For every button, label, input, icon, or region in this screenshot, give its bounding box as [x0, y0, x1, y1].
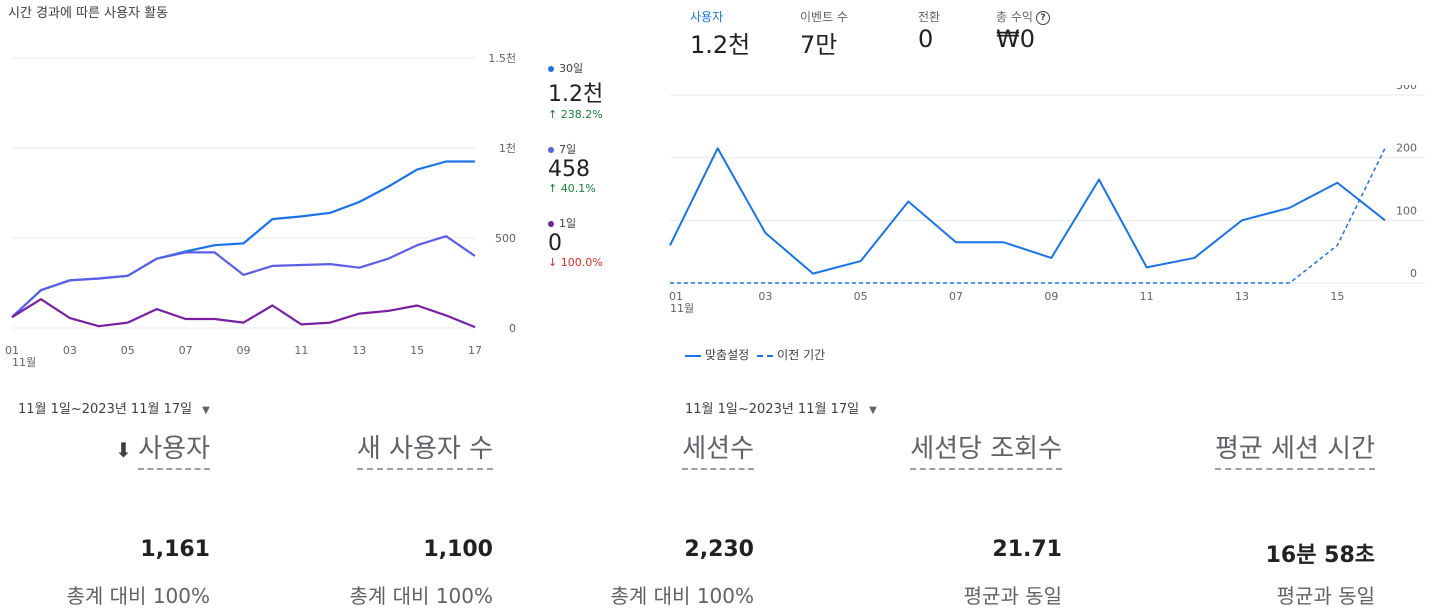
x-tick-label: 09 [237, 344, 251, 357]
legend-dot-icon [548, 66, 554, 72]
metric-label: 총 수익? [996, 8, 1050, 25]
column-header-label: 세션수 [682, 434, 754, 470]
x-tick-label: 15 [410, 344, 424, 357]
legend-dot-icon [548, 221, 554, 227]
metric-tab[interactable]: 사용자 1.2천 [690, 8, 750, 60]
chart-legend: 30일 1.2천 ↑ 238.2% 7일 458 ↑ 40.1% 1일 0 ↓ 100.0% [548, 60, 658, 289]
column-header[interactable]: 세션당 조회수 [910, 428, 1062, 470]
column-header[interactable]: ⬇ 사용자 [115, 428, 210, 470]
x-month-label: 11월 [12, 356, 36, 369]
column-header[interactable]: 세션수 [682, 428, 754, 470]
metric-tab[interactable]: 총 수익? ₩0 [996, 8, 1050, 53]
dropdown-arrow-icon: ▼ [869, 405, 877, 416]
metric-tab[interactable]: 전환 0 [918, 8, 940, 53]
series-line [11, 298, 476, 329]
column-subtext: 총계 대비 100% [66, 584, 211, 608]
solid-line-swatch [685, 354, 701, 357]
column-header-label: 세션당 조회수 [910, 434, 1062, 470]
metric-tab[interactable]: 이벤트 수 7만 [800, 8, 848, 60]
date-range-text: 11월 1일~2023년 11월 17일 [685, 402, 860, 417]
legend-name: 30일 [548, 60, 658, 76]
legend-current-label: 맞춤설정 [705, 348, 750, 362]
x-tick-label: 05 [854, 290, 868, 303]
metric-value: 7만 [800, 31, 838, 59]
column-total: 21.71 [992, 537, 1062, 562]
legend-value: 458 [548, 157, 590, 182]
x-month-label: 11월 [670, 302, 694, 315]
date-range-selector-2[interactable]: 11월 1일~2023년 11월 17일 ▼ [685, 398, 877, 417]
date-range-text: 11월 1일~2023년 11월 17일 [18, 402, 193, 417]
legend-item: 30일 1.2천 ↑ 238.2% [548, 60, 658, 121]
metric-value: 0 [918, 25, 934, 53]
y-tick-label: 300 [1396, 85, 1417, 92]
x-tick-label: 11 [1140, 290, 1154, 303]
x-tick-label: 15 [1330, 290, 1344, 303]
dropdown-arrow-icon: ▼ [202, 405, 210, 416]
x-tick-label: 07 [949, 290, 963, 303]
column-header-label: 새 사용자 수 [356, 434, 493, 470]
metric-value: ₩0 [996, 25, 1035, 53]
legend-previous-label: 이전 기간 [777, 348, 826, 362]
y-tick-label: 100 [1396, 204, 1417, 217]
y-tick-label: 500 [495, 232, 516, 245]
x-tick-label: 11 [294, 344, 308, 357]
y-tick-label: 0 [509, 322, 516, 335]
legend-delta: ↑ 40.1% [548, 182, 596, 195]
series-line [670, 147, 1386, 284]
x-tick-label: 09 [1044, 290, 1058, 303]
card-title: 시간 경과에 따른 사용자 활동 [8, 6, 169, 21]
x-tick-label: 05 [121, 344, 135, 357]
y-tick-label: 0 [1410, 267, 1417, 280]
metric-label: 이벤트 수 [800, 10, 848, 24]
metric-label: 전환 [918, 10, 941, 24]
column-total: 16분 58초 [1265, 543, 1375, 568]
column-total: 1,161 [140, 537, 210, 562]
column-subtext: 총계 대비 100% [610, 584, 755, 608]
legend-delta: ↓ 100.0% [548, 256, 603, 269]
date-range-selector[interactable]: 11월 1일~2023년 11월 17일 ▼ [18, 398, 210, 417]
column-subtext: 평균과 동일 [963, 584, 1062, 608]
arrow-down-icon[interactable]: ⬇ [115, 438, 138, 462]
metric-chart: 3002001000 01 03 05 07 09 11 13 1511월 [669, 85, 1425, 315]
legend-name: 7일 [548, 141, 658, 157]
x-tick-label: 07 [179, 344, 193, 357]
column-header-label: 평균 세션 시간 [1214, 434, 1375, 470]
metric-value: 1.2천 [690, 31, 751, 59]
column-subtext: 총계 대비 100% [349, 584, 494, 608]
legend-dot-icon [548, 147, 554, 153]
x-tick-label: 13 [352, 344, 366, 357]
y-tick-label: 1.5천 [488, 51, 516, 65]
legend-value: 0 [548, 231, 562, 256]
x-tick-label: 13 [1235, 290, 1249, 303]
dashed-line-swatch [757, 354, 774, 357]
help-icon[interactable]: ? [1035, 10, 1050, 25]
x-tick-label: 17 [468, 344, 482, 357]
y-tick-label: 1천 [499, 141, 516, 155]
series-line [11, 160, 475, 319]
column-header-label: 사용자 [138, 434, 210, 470]
user-activity-chart: 1.5천1천5000 01 03 05 07 09 11 13 15 1711월 [5, 51, 516, 369]
legend-name: 1일 [548, 215, 658, 231]
column-total: 2,230 [684, 537, 754, 562]
column-header[interactable]: 새 사용자 수 [356, 428, 493, 470]
legend-delta: ↑ 238.2% [548, 108, 603, 121]
legend-value: 1.2천 [548, 82, 604, 107]
y-tick-label: 200 [1396, 142, 1417, 155]
column-header[interactable]: 평균 세션 시간 [1214, 428, 1375, 470]
series-line [11, 235, 476, 319]
comparison-legend: 맞춤설정 이전 기간 [685, 346, 825, 363]
legend-item: 1일 0 ↓ 100.0% [548, 215, 658, 269]
series-line [669, 147, 1386, 275]
x-tick-label: 03 [63, 344, 77, 357]
column-subtext: 평균과 동일 [1276, 584, 1375, 608]
column-total: 1,100 [423, 537, 493, 562]
legend-item: 7일 458 ↑ 40.1% [548, 141, 658, 195]
x-tick-label: 03 [758, 290, 772, 303]
metric-label: 사용자 [690, 10, 724, 24]
